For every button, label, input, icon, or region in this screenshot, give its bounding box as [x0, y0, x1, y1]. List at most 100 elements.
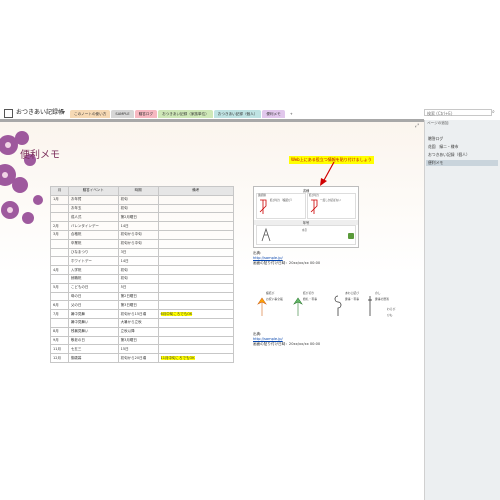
table-cell[interactable]: 合格祝	[67, 229, 119, 240]
table-row[interactable]: ホワイトデー 14日	[50, 256, 235, 267]
table-cell[interactable]	[50, 291, 69, 302]
table-cell[interactable]: 11月中旬ころでもOK	[157, 353, 235, 363]
table-cell[interactable]	[50, 256, 69, 267]
table-cell[interactable]: 6月中旬ころでもOK	[157, 309, 235, 319]
table-cell[interactable]: 暑中見舞	[67, 309, 119, 319]
table-cell[interactable]	[157, 282, 235, 293]
table-cell[interactable]: 5日	[117, 282, 159, 293]
table-row[interactable]: 卒業祝 初旬から中旬	[50, 238, 235, 249]
table-cell[interactable]: お年玉	[67, 203, 119, 214]
search-input[interactable]: 検索 (Ctrl+E)	[424, 109, 492, 116]
table-cell[interactable]: 11月	[50, 344, 69, 355]
pasted-clipping[interactable]: 書様 連続線 結び切り（蝶結び） 結び切り 一度しか結ばない 年号 水引	[253, 186, 359, 248]
gift-events-table[interactable]: 月 贈答イベント 時期 備考 1月 お年賀 初旬 お年玉 初旬 成人式 第2月曜日 2月 バレン…	[50, 186, 235, 363]
table-cell[interactable]: 父の日	[67, 300, 119, 311]
table-cell[interactable]	[50, 238, 69, 249]
table-cell[interactable]: 4月	[50, 265, 69, 275]
table-cell[interactable]: 初旬	[117, 194, 159, 205]
table-cell[interactable]	[157, 203, 235, 214]
table-cell[interactable]: 母の日	[67, 291, 119, 302]
table-row[interactable]: 4月 入学祝 初旬	[50, 265, 235, 275]
table-cell[interactable]: 8月	[50, 326, 69, 337]
table-cell[interactable]	[157, 273, 235, 284]
table-cell[interactable]	[157, 194, 235, 205]
search-icon[interactable]: ⌕	[492, 109, 495, 116]
add-page-button[interactable]: ページの追加	[425, 120, 457, 127]
table-row[interactable]: 5月 こどもの日 5日	[50, 282, 235, 293]
table-cell[interactable]: 大暑から立秋	[117, 317, 159, 328]
table-cell[interactable]: 15日	[117, 344, 159, 355]
table-cell[interactable]: 第2日曜日	[117, 291, 159, 302]
table-cell[interactable]	[50, 317, 69, 328]
table-cell[interactable]	[157, 265, 235, 275]
table-row[interactable]: 11月 七五三 15日	[50, 344, 235, 355]
table-cell[interactable]	[157, 221, 235, 231]
tab-family-record[interactable]: おつきあい記録（家族単位）	[158, 110, 213, 118]
table-row[interactable]: 12月 御歳暮 初旬から20日頃 11月中旬ころでもOK	[50, 353, 235, 363]
table-cell[interactable]	[50, 247, 69, 258]
page-list-item[interactable]: 便利メモ	[426, 160, 498, 166]
table-cell[interactable]: 敬老の日	[67, 335, 119, 346]
table-cell[interactable]	[157, 291, 235, 302]
table-cell[interactable]: 暑中見舞い	[67, 317, 119, 328]
notebook-title[interactable]: おつきあい記録帳	[16, 108, 64, 117]
table-cell[interactable]: 就職祝	[67, 273, 119, 284]
table-cell[interactable]: 3月	[50, 229, 69, 240]
table-row[interactable]: 3月 合格祝 初旬から中旬	[50, 229, 235, 240]
table-cell[interactable]: 1月	[50, 194, 69, 205]
table-cell[interactable]: 初旬	[117, 203, 159, 214]
page-list-item[interactable]: 贈答ログ	[426, 136, 498, 142]
tab-gift-log[interactable]: 贈答ログ	[134, 110, 158, 118]
table-cell[interactable]: ホワイトデー	[67, 256, 119, 267]
table-cell[interactable]	[50, 273, 69, 284]
table-cell[interactable]: こどもの日	[67, 282, 119, 293]
table-row[interactable]: 成人式 第2月曜日	[50, 212, 235, 223]
notebook-icon[interactable]	[4, 109, 13, 118]
table-cell[interactable]	[157, 212, 235, 223]
source-link[interactable]: http://sample.jp/	[253, 337, 283, 341]
table-cell[interactable]	[157, 229, 235, 240]
table-cell[interactable]: 立秋以降	[117, 326, 159, 337]
table-cell[interactable]: 第3日曜日	[117, 300, 159, 311]
page-list-item[interactable]: おつきあい記録（個人）	[426, 152, 498, 158]
table-cell[interactable]: 初旬	[117, 273, 159, 284]
table-cell[interactable]: 第2月曜日	[117, 212, 159, 223]
table-row[interactable]: 1月 お年賀 初旬	[50, 194, 235, 205]
table-cell[interactable]: 6月	[50, 300, 69, 311]
chevron-down-icon[interactable]: ▾	[62, 108, 65, 117]
table-cell[interactable]	[157, 247, 235, 258]
table-cell[interactable]	[157, 326, 235, 337]
tab-how-to-use[interactable]: このノートの使い方	[70, 110, 111, 118]
table-row[interactable]: ひなまつり 3日	[50, 247, 235, 258]
source-link[interactable]: http://sample.jp/	[253, 256, 283, 260]
table-cell[interactable]: 3日	[117, 247, 159, 258]
table-cell[interactable]: 第3月曜日	[117, 335, 159, 346]
table-cell[interactable]: 14日	[117, 221, 159, 231]
table-cell[interactable]: 9月	[50, 335, 69, 346]
page-list-item[interactable]: 花園 緑二・様市	[426, 144, 498, 150]
table-cell[interactable]: 残暑見舞い	[67, 326, 119, 337]
table-row[interactable]: 2月 バレンタインデー 14日	[50, 221, 235, 231]
page-title[interactable]: 便利メモ	[20, 146, 60, 161]
table-cell[interactable]: 14日	[117, 256, 159, 267]
table-cell[interactable]: 入学祝	[67, 265, 119, 275]
table-cell[interactable]: 5月	[50, 282, 69, 293]
table-cell[interactable]: 2月	[50, 221, 69, 231]
table-cell[interactable]: 卒業祝	[67, 238, 119, 249]
expand-icon[interactable]: ⤢	[415, 123, 419, 129]
table-cell[interactable]: 御歳暮	[67, 353, 119, 363]
table-row[interactable]: 就職祝 初旬	[50, 273, 235, 284]
table-cell[interactable]	[157, 256, 235, 267]
table-cell[interactable]: 12月	[50, 353, 69, 363]
table-row[interactable]: 6月 父の日 第3日曜日	[50, 300, 235, 311]
add-section-button[interactable]: +	[285, 110, 297, 118]
tab-personal-record[interactable]: おつきあい記録（個人）	[213, 110, 262, 118]
table-row[interactable]: 母の日 第2日曜日	[50, 291, 235, 302]
table-cell[interactable]: 成人式	[67, 212, 119, 223]
table-row[interactable]: お年玉 初旬	[50, 203, 235, 214]
table-cell[interactable]	[157, 238, 235, 249]
table-cell[interactable]	[157, 300, 235, 311]
table-cell[interactable]	[157, 317, 235, 328]
table-cell[interactable]: 七五三	[67, 344, 119, 355]
table-row[interactable]: 暑中見舞い 大暑から立秋	[50, 317, 235, 328]
